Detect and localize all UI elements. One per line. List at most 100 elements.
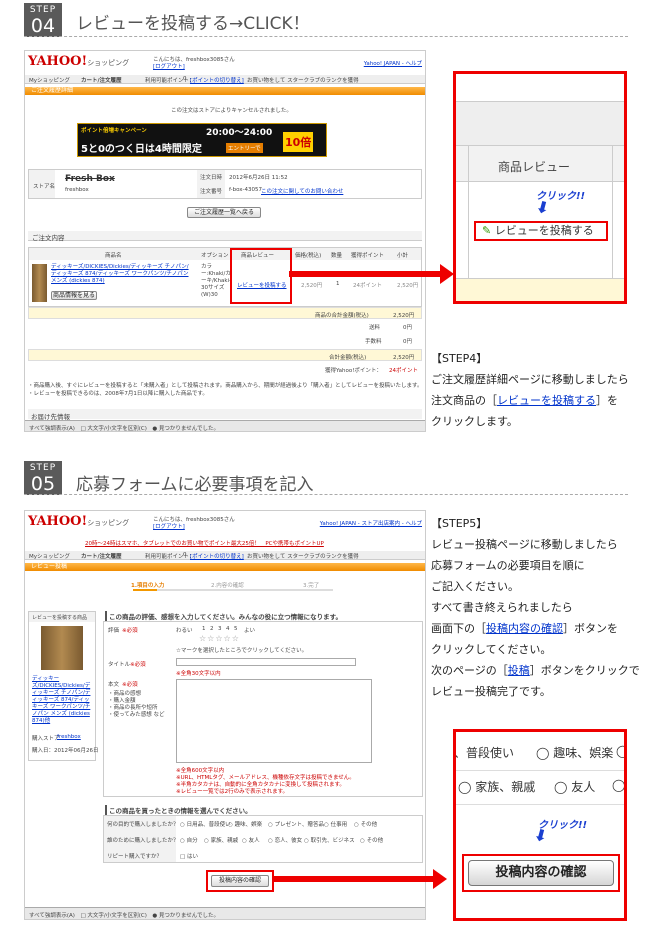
nav-points-label: 利用可能ポイント： <box>145 78 195 84</box>
product-info-button[interactable]: 商品情報を見る <box>51 291 97 300</box>
q2-form: 何の目的で購入しましたか？ ○ 日用品、普段使い ○ 趣味、娯楽 ○ プレゼント… <box>103 815 423 863</box>
zoom-opt-family[interactable]: ◯ 家族、親戚 <box>458 778 535 795</box>
body-label: 本文 <box>108 682 120 688</box>
order-date-label: 注文日時 <box>200 175 223 181</box>
pencil-icon: ✎ <box>482 224 492 237</box>
step5-heading: 【STEP5】 <box>431 517 488 530</box>
header-links-2[interactable]: Yahoo! JAPAN ‐ ストア出店案内 ‐ ヘルプ <box>320 519 422 527</box>
step5-description: 【STEP5】 レビュー投稿ページに移動しましたら 応募フォームの必要項目を順に… <box>431 513 640 702</box>
for-opt-6[interactable]: ○ その他 <box>360 836 383 844</box>
body-textarea[interactable] <box>176 679 372 763</box>
review-product-box-title: レビューを投稿する商品 <box>32 615 88 621</box>
product-subtotal: 2,520円 <box>397 283 419 289</box>
q2-title: この商品を買ったときの情報を選んでください。 <box>105 805 252 815</box>
step4-zoom: 商品レビュー クリック!! ⬋ ✎ レビューを投稿する <box>453 71 627 304</box>
title-input[interactable] <box>176 658 356 666</box>
step4-arrow <box>289 271 441 277</box>
repeat-checkbox[interactable]: □ はい <box>180 852 198 860</box>
store-name[interactable]: Fresh Box <box>65 174 115 184</box>
step4-screenshot: YAHOO!ショッピング こんにちは、freshbox3085さん [ログアウト… <box>24 50 426 432</box>
banner-time: 20:00〜24:00 <box>206 128 273 138</box>
q1-title: この商品の評価、感想を入力してください。みんなの役に立つ情報になります。 <box>105 611 342 621</box>
for-opt-3[interactable]: ○ 友人 <box>242 836 260 844</box>
for-opt-1[interactable]: ○ 自分 <box>180 836 198 844</box>
q1-form: 評価 ※必須 わるい 1 2 3 4 5 よい ☆☆☆☆☆ ☆マークを選択したと… <box>103 621 423 797</box>
step5-desc-link-post[interactable]: 投稿 <box>508 664 530 677</box>
fee-value: 0円 <box>403 339 412 345</box>
step4-description: 【STEP4】 ご注文履歴詳細ページに移動しましたら 注文商品の［レビューを投稿… <box>431 348 629 432</box>
product-qty: 1 <box>336 281 340 287</box>
cancel-note: この注文はストアによりキャンセルされました。 <box>171 108 292 114</box>
step4-title: レビューを投稿する→CLICK！ <box>76 14 310 34</box>
shipping-label: 送料 <box>369 325 381 331</box>
nav-bar-2: Myショッピング カート/注文履歴 利用可能ポイント： 0 [ポイントの切り替え… <box>25 551 425 560</box>
purpose-opt-5[interactable]: ○ その他 <box>354 820 377 828</box>
zoom-confirm-button[interactable]: 投稿内容の確認 <box>468 860 614 886</box>
buy-store[interactable]: freshbox <box>57 734 81 740</box>
step4-desc-link[interactable]: レビューを投稿する <box>497 394 596 407</box>
zoom-opt-hobby[interactable]: ◯ 趣味、娯楽 <box>536 744 613 761</box>
purpose-opt-4[interactable]: ○ 仕事用 <box>324 820 347 828</box>
for-opt-2[interactable]: ○ 家族、親戚 <box>204 836 238 844</box>
product-thumbnail[interactable] <box>32 264 47 302</box>
purpose-opt-1[interactable]: ○ 日用品、普段使い <box>180 820 231 828</box>
purpose-opt-2[interactable]: ○ 趣味、娯楽 <box>228 820 262 828</box>
nav-points-switch[interactable]: [ポイントの切り替え] <box>190 76 244 84</box>
product-photo[interactable] <box>41 626 83 670</box>
store-table: ストア名 Fresh Box freshbox 注文日時 2012年6月26日 … <box>28 169 422 199</box>
header-links[interactable]: Yahoo! JAPAN ‐ ヘルプ <box>364 59 422 67</box>
for-opt-4[interactable]: ○ 恋人、彼女 <box>268 836 302 844</box>
zoom-opt-everyday[interactable]: 、普段使い <box>456 744 514 761</box>
progress-track <box>133 589 333 591</box>
campaign-banner[interactable]: ポイント倍増キャンペーン 20:00〜24:00 5と0のつく日は4時間限定 エ… <box>77 123 327 157</box>
note-2: ・レビューを投稿できるのは、2008年7月1日以降に購入した商品です。 <box>28 391 208 397</box>
for-opt-5[interactable]: ○ 取引先、ビジネス <box>304 836 355 844</box>
progress-step-2: 2.内容の確認 <box>211 583 244 589</box>
banner-times: 10倍 <box>283 132 314 152</box>
col-option: オプション <box>201 253 229 259</box>
logout-link[interactable]: [ログアウト] <box>153 62 185 70</box>
note-1: ・商品購入後、すぐにレビューを投稿すると「未購入者」として投稿されます。商品購入… <box>28 383 423 389</box>
delivery-title: お届け先情報 <box>28 409 422 421</box>
zoom-review-button[interactable]: ✎ レビューを投稿する <box>474 221 608 241</box>
product-name[interactable]: ディッキーズ/DICKIES/Dickies/ディッキーズ チノパン/ディッキー… <box>51 264 191 285</box>
find-bar-2: すべて強調表示(A) □ 大文字/小文字を区別(C) ● 見つかりませんでした。 <box>25 907 425 919</box>
back-to-history-button[interactable]: ご注文履歴一覧へ戻る <box>187 207 261 218</box>
section-title-bar: ご注文履歴詳細 <box>25 87 425 95</box>
rating-note: ☆マークを選択したところでクリックしてください。 <box>176 648 308 654</box>
shipping-value: 0円 <box>403 325 412 331</box>
nav-cart[interactable]: カート/注文履歴 <box>81 76 122 84</box>
purpose-opt-3[interactable]: ○ プレゼント、贈答品 <box>268 820 324 828</box>
rating-stars[interactable]: ☆☆☆☆☆ <box>199 634 240 643</box>
rating-required: ※必須 <box>122 628 138 634</box>
progress-step-1: 1.項目の入力 <box>131 583 165 589</box>
step5-desc-link-confirm[interactable]: 投稿内容の確認 <box>486 622 563 635</box>
yahoo-logo-2: YAHOO!ショッピング <box>28 514 130 529</box>
earned-points-value: 24ポイント <box>389 368 418 374</box>
step5-divider <box>24 494 628 495</box>
nav-myshopping[interactable]: Myショッピング <box>29 76 70 84</box>
product-points: 24ポイント <box>353 283 382 289</box>
step5-screenshot: YAHOO!ショッピング こんにちは、freshbox3085さん [ログアウト… <box>24 510 426 920</box>
total-row: 商品の合計金額(税込) 2,520円 <box>28 307 422 319</box>
review-product-name[interactable]: ディッキーズ/DICKIES/Dickies/ディッキーズ チノパン/ディッキー… <box>32 676 94 725</box>
step5-badge: STEP 05 <box>24 461 62 495</box>
banner-main: 5と0のつく日は4時間限定 <box>81 144 202 155</box>
order-no-label: 注文番号 <box>200 189 223 195</box>
step5-title: 応募フォームに必要事項を記入 <box>76 475 314 495</box>
col-points: 獲得ポイント <box>351 253 385 259</box>
step5-arrowhead <box>433 869 447 889</box>
col-qty: 数量 <box>331 253 343 259</box>
order-date: 2012年6月26日 11:52 <box>229 175 288 181</box>
nav-starclub[interactable]: お買い物をして スタークラブのランクを獲得 <box>247 76 359 84</box>
zoom-opt-friend[interactable]: ◯ 友人 <box>554 778 595 795</box>
progress-current <box>133 589 157 591</box>
logout-link-2[interactable]: [ログアウト] <box>153 522 185 530</box>
review-product-box: レビューを投稿する商品 ディッキーズ/DICKIES/Dickies/ディッキー… <box>28 611 99 761</box>
promo-link[interactable]: 20時〜24時はスマホ、タブレットでのお買い物でポイント最大25倍！ PCや携帯… <box>85 539 324 547</box>
store-sub: freshbox <box>65 187 89 193</box>
nav-points-value: 0 <box>183 76 187 82</box>
order-inquiry-link[interactable]: この注文に関してのお問い合わせ <box>261 187 343 195</box>
repeat-label: リピート購入ですか？ <box>107 854 163 860</box>
step5-arrow <box>274 876 434 882</box>
